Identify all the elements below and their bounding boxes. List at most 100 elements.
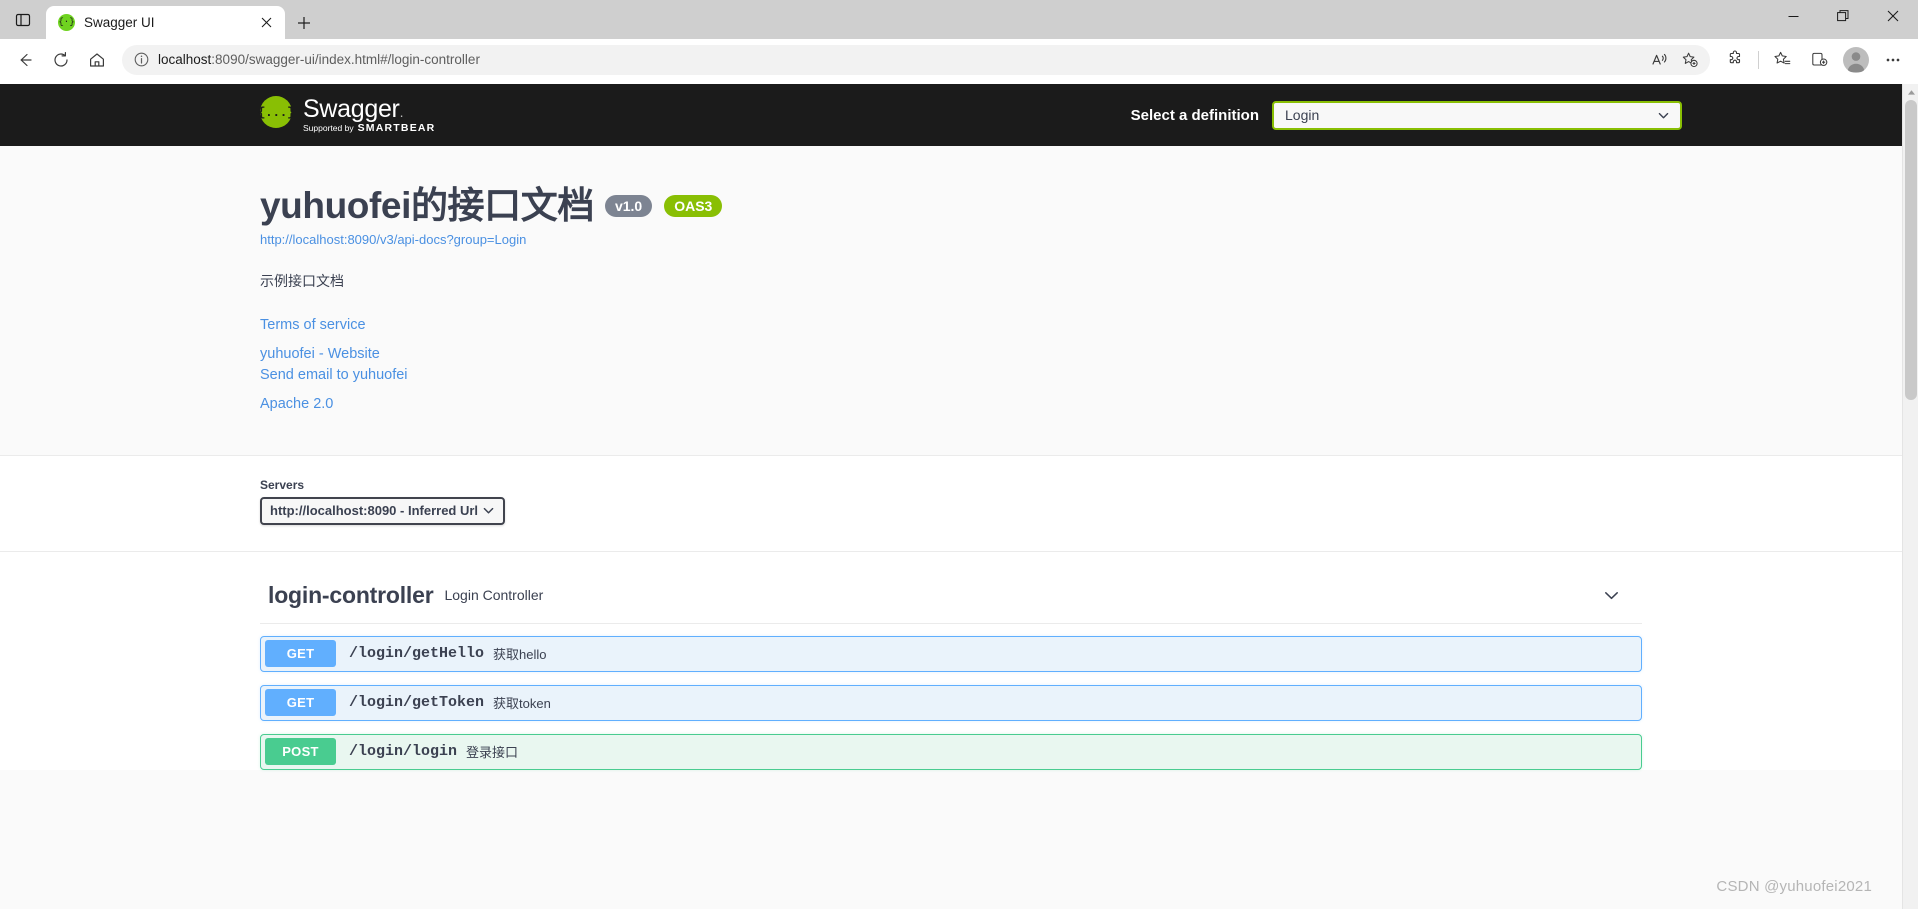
collections-button[interactable] [1801, 43, 1837, 77]
home-button[interactable] [79, 42, 115, 78]
browser-tab[interactable]: {·} Swagger UI [46, 6, 285, 39]
read-aloud-button[interactable] [1646, 47, 1674, 73]
servers-section: Servers http://localhost:8090 - Inferred… [0, 455, 1902, 552]
scroll-up-arrow-icon [1907, 89, 1915, 95]
watermark: CSDN @yuhuofei2021 [1716, 878, 1872, 895]
tab-close-button[interactable] [255, 12, 277, 34]
tag-header[interactable]: login-controller Login Controller [260, 572, 1642, 624]
http-method-badge: POST [265, 738, 336, 766]
tab-title: Swagger UI [84, 15, 155, 30]
scroll-up-button[interactable] [1903, 84, 1918, 100]
operation-path: /login/login [349, 743, 458, 761]
address-bar-actions [1646, 47, 1704, 73]
contact-email-link[interactable]: Send email to yuhuofei [260, 365, 408, 386]
add-favorite-button[interactable] [1676, 47, 1704, 73]
api-description: 示例接口文档 [260, 272, 344, 289]
toolbar-separator [1758, 50, 1759, 69]
new-tab-button[interactable] [285, 6, 323, 39]
tag-name: login-controller [268, 581, 434, 608]
minimize-icon [1788, 15, 1798, 17]
read-aloud-icon [1652, 53, 1667, 65]
scrollbar-thumb[interactable] [1905, 100, 1917, 400]
home-icon [90, 52, 104, 67]
operation-row-get-hello[interactable]: GET /login/getHello 获取hello [260, 635, 1642, 672]
chevron-down-icon [1604, 592, 1618, 600]
add-favorite-icon [1682, 52, 1698, 67]
page-viewport: {...} Swagger. Supported by SMARTBEAR Se… [0, 84, 1918, 909]
operation-row-login[interactable]: POST /login/login 登录接口 [260, 733, 1642, 770]
address-bar[interactable]: localhost:8090/swagger-ui/index.html#/lo… [122, 44, 1710, 75]
operations-list: GET /login/getHello 获取hello GET /login/g… [260, 624, 1642, 770]
tag-toggle-button[interactable] [1596, 581, 1626, 611]
swagger-wordmark-text: Swagger [303, 95, 400, 124]
chevron-down-icon [1658, 112, 1669, 118]
spec-url-link[interactable]: http://localhost:8090/v3/api-docs?group=… [260, 232, 526, 247]
operations-section: login-controller Login Controller GET /l… [0, 551, 1902, 770]
oas-badge: OAS3 [664, 195, 723, 218]
servers-label: Servers [260, 477, 305, 492]
site-info-button[interactable] [132, 51, 150, 69]
window-close-button[interactable] [1868, 0, 1918, 32]
license-link[interactable]: Apache 2.0 [260, 394, 333, 415]
server-select[interactable]: http://localhost:8090 - Inferred Url [260, 496, 505, 525]
site-info-icon [134, 52, 148, 67]
api-links-list: Terms of service yuhuofei - Website Send… [260, 315, 1642, 415]
operation-row-get-token[interactable]: GET /login/getToken 获取token [260, 684, 1642, 721]
server-select-value: http://localhost:8090 - Inferred Url [270, 503, 479, 519]
api-title-row: yuhuofei的接口文档 v1.0 OAS3 [260, 185, 1642, 227]
http-method-badge: GET [265, 640, 336, 668]
contact-website-link[interactable]: yuhuofei - Website [260, 344, 380, 365]
address-bar-url: localhost:8090/swagger-ui/index.html#/lo… [158, 52, 1638, 67]
refresh-icon [54, 51, 68, 67]
window-controls [1768, 0, 1918, 32]
version-badge: v1.0 [604, 195, 653, 218]
back-arrow-icon [20, 53, 32, 66]
swagger-logo[interactable]: {...} Swagger. Supported by SMARTBEAR [257, 95, 436, 134]
chevron-down-icon [483, 508, 494, 514]
operation-path: /login/getHello [349, 645, 485, 663]
maximize-icon [1837, 10, 1849, 22]
swagger-topbar: {...} Swagger. Supported by SMARTBEAR Se… [0, 84, 1902, 146]
swagger-wordmark: Swagger. [303, 95, 404, 124]
window-close-icon [1887, 10, 1899, 22]
extensions-puzzle-icon [1729, 50, 1740, 64]
minimize-button[interactable] [1768, 0, 1818, 32]
back-button[interactable] [7, 42, 43, 78]
api-info-section: yuhuofei的接口文档 v1.0 OAS3 http://localhost… [0, 146, 1902, 456]
tag-description: Login Controller [444, 587, 544, 604]
avatar-glyph-icon [1847, 51, 1865, 72]
extensions-button[interactable] [1717, 43, 1753, 77]
more-options-button[interactable] [1875, 43, 1911, 77]
operation-summary: 获取hello [493, 647, 547, 663]
navigation-bar: localhost:8090/swagger-ui/index.html#/lo… [0, 39, 1918, 80]
operation-path: /login/getToken [349, 694, 485, 712]
favorites-star-icon [1773, 51, 1790, 65]
terms-of-service-link[interactable]: Terms of service [260, 315, 366, 336]
profile-button[interactable] [1838, 43, 1874, 77]
smartbear-brand: SMARTBEAR [357, 121, 436, 134]
browser-toolbar [1717, 43, 1911, 77]
profile-avatar-icon [1843, 46, 1869, 73]
supported-by-label: Supported by [303, 122, 354, 133]
collections-icon [1811, 52, 1827, 66]
http-method-badge: GET [265, 689, 336, 717]
page-scrollbar[interactable] [1902, 84, 1918, 909]
select-definition-label: Select a definition [1130, 106, 1259, 124]
refresh-button[interactable] [43, 42, 79, 78]
maximize-button[interactable] [1818, 0, 1868, 32]
definition-select[interactable]: Login [1272, 100, 1682, 130]
swagger-ui-page: {...} Swagger. Supported by SMARTBEAR Se… [0, 84, 1902, 909]
operation-summary: 登录接口 [466, 745, 519, 761]
swagger-logo-icon: {...} [257, 96, 295, 129]
new-tab-icon [298, 16, 310, 29]
tab-list-button[interactable] [0, 0, 46, 39]
close-icon [261, 17, 271, 28]
url-host: localhost [158, 52, 212, 67]
page-title: yuhuofei的接口文档 [260, 185, 594, 226]
browser-window: {·} Swagger UI localhost:8090/swagger-ui… [0, 0, 1918, 909]
favorites-button[interactable] [1764, 43, 1800, 77]
definition-selector-group: Select a definition Login [1130, 100, 1682, 130]
swagger-logo-glyph: {...} [257, 104, 295, 120]
tab-strip: {·} Swagger UI [0, 0, 1918, 39]
tab-list-icon [15, 13, 31, 26]
